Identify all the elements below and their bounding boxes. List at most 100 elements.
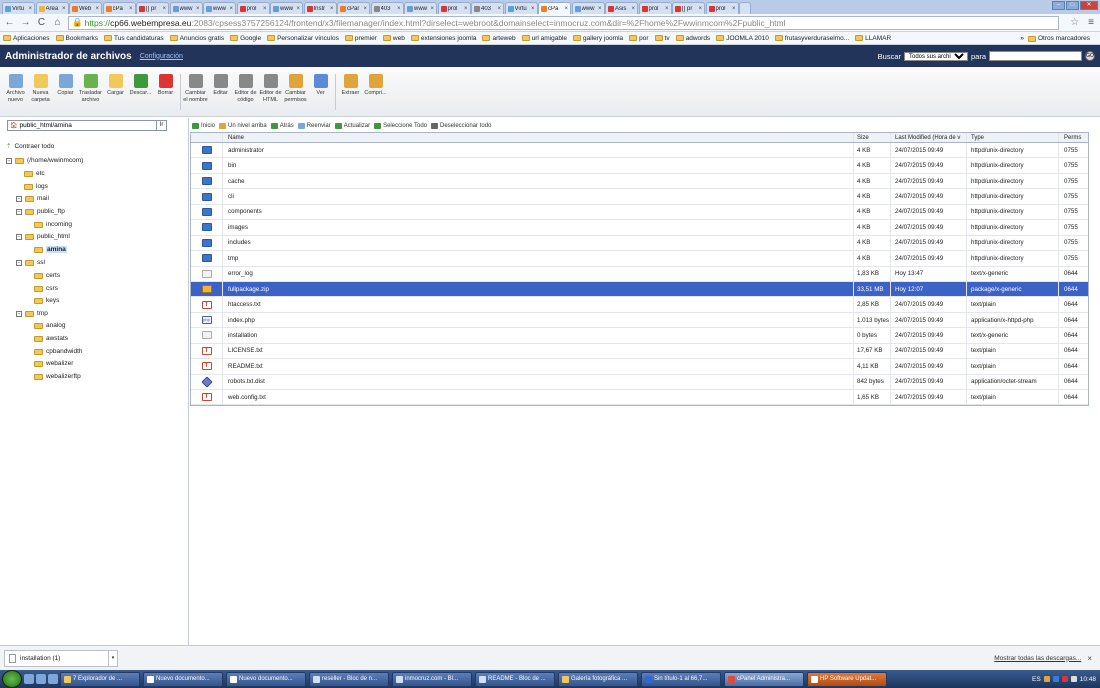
toolbar-button[interactable]: Editar [208, 74, 233, 97]
browser-tab[interactable]: www × [203, 2, 236, 14]
bookmark-item[interactable]: Anuncios gratis [169, 35, 224, 42]
tree-item[interactable]: analog [34, 322, 66, 329]
tab-close-icon[interactable]: × [631, 6, 635, 12]
taskbar-item[interactable]: Sin título-1 al 66,7... [641, 671, 721, 687]
toolbar-button[interactable]: Borrar [153, 74, 178, 97]
start-button[interactable] [2, 670, 22, 688]
tree-item[interactable]: − mail [16, 195, 49, 202]
tree-item[interactable]: logs [24, 183, 48, 190]
browser-tab[interactable]: Área × [35, 2, 69, 14]
table-row[interactable]: error_log 1,83 KB Hoy 13:47 text/x-generic 0… [191, 266, 1088, 282]
action-link[interactable]: Deseleccionar todo [431, 122, 491, 129]
settings-link[interactable]: Configuración [140, 53, 183, 60]
toolbar-button[interactable]: Editor de HTML [258, 74, 283, 103]
taskbar-item[interactable]: reseller - Bloc de n... [309, 671, 389, 687]
toolbar-button[interactable]: Cambiar el nombre [183, 74, 208, 103]
tab-close-icon[interactable]: × [62, 6, 66, 12]
browser-tab[interactable]: Instr × [303, 2, 337, 14]
col-name[interactable]: Name [223, 133, 854, 142]
minimize-button[interactable]: – [1052, 1, 1065, 10]
browser-tab[interactable]: prol × [437, 2, 471, 14]
tab-close-icon[interactable]: × [296, 6, 300, 12]
toolbar-button[interactable]: Cambiar permisos [283, 74, 308, 103]
bookmark-item[interactable]: Tus candidaturas [104, 35, 164, 42]
tree-item[interactable]: keys [34, 297, 59, 304]
new-tab-button[interactable] [739, 2, 751, 14]
browser-tab[interactable]: cPa × [538, 2, 571, 14]
table-row[interactable]: bin 4 KB 24/07/2015 09:49 httpd/unix-direct… [191, 158, 1088, 174]
bookmark-item[interactable]: Personalizar vínculos [267, 35, 339, 42]
taskbar-item[interactable]: 7 Explorador de ... [60, 671, 140, 687]
browser-tab[interactable]: www × [571, 2, 605, 14]
chevron-down-icon[interactable]: ▾ [108, 650, 117, 666]
tree-item[interactable]: − tmp [16, 310, 48, 317]
table-row[interactable]: T LICENSE.txt 17,67 KB 24/07/2015 09:49 text… [191, 343, 1088, 360]
bookmark-item[interactable]: arteweb [482, 35, 516, 42]
table-row[interactable]: T README.txt 4,11 KB 24/07/2015 09:49 text/p… [191, 359, 1088, 375]
browser-tab[interactable]: Asis × [605, 2, 638, 14]
toolbar-button[interactable]: Compri... [363, 74, 388, 97]
path-input[interactable] [19, 122, 156, 129]
action-link[interactable]: Un nivel arriba [219, 122, 267, 129]
taskbar-item[interactable]: HP Software Updat... [807, 671, 887, 687]
toolbar-button[interactable]: Archivo nuevo [3, 74, 28, 103]
table-row[interactable]: tmp 4 KB 24/07/2015 09:49 httpd/unix-direct… [191, 251, 1088, 267]
taskbar-item[interactable]: Galería fotográfica ... [558, 671, 638, 687]
table-row[interactable]: includes 4 KB 24/07/2015 09:49 httpd/unix-d… [191, 235, 1088, 252]
tab-close-icon[interactable]: × [162, 6, 166, 12]
tree-toggle-icon[interactable]: − [6, 157, 12, 164]
quicklaunch-icon[interactable] [36, 674, 46, 684]
table-row[interactable]: Tweb.config.txt 1,65 KB 24/07/2015 09:49 te… [191, 390, 1088, 406]
browser-tab[interactable]: www × [169, 2, 203, 14]
tree-item[interactable]: − public_ftp [16, 208, 65, 215]
bookmark-item[interactable]: gallery joomla [573, 35, 623, 42]
tree-toggle-icon[interactable]: − [16, 233, 22, 240]
col-perms[interactable]: Perms [1059, 133, 1088, 142]
volume-icon[interactable] [1070, 676, 1077, 682]
tab-close-icon[interactable]: × [263, 6, 267, 12]
tray-icon[interactable] [1052, 676, 1059, 682]
tree-item[interactable]: cpbandwidth [34, 348, 83, 355]
menu-icon[interactable]: ≡ [1088, 17, 1094, 28]
bookmark-item[interactable]: url amigable [521, 35, 567, 42]
table-row[interactable]: installation 0 bytes 24/07/2015 09:49 text/… [191, 328, 1088, 344]
browser-tab[interactable]: prol × [236, 2, 270, 14]
tree-item[interactable]: certs [34, 272, 60, 279]
col-size[interactable]: Size [854, 133, 891, 142]
bookmark-item[interactable]: extensiones joomla [410, 35, 476, 42]
bookmark-item[interactable]: LLAMAR [855, 35, 891, 42]
action-link[interactable]: Inicio [192, 122, 215, 129]
tab-close-icon[interactable]: × [28, 6, 32, 12]
search-go-button[interactable]: GO [1085, 51, 1095, 61]
tab-close-icon[interactable]: × [598, 6, 602, 12]
browser-tab[interactable]: www × [404, 2, 437, 14]
bookmark-item[interactable]: premier [344, 35, 377, 42]
tab-close-icon[interactable]: × [229, 6, 233, 12]
table-row[interactable]: robots.txt.dist 842 bytes 24/07/2015 09:49… [191, 374, 1088, 390]
tree-item[interactable]: webalizer [34, 360, 73, 367]
tree-item[interactable]: − (/home/wwinmcom) [6, 157, 83, 164]
address-bar[interactable]: 🔒 https:// cp66.webempresa.eu :2083/cpse… [68, 15, 1060, 30]
taskbar-item[interactable]: README - Bloc de ... [475, 671, 555, 687]
maximize-button[interactable]: □ [1066, 1, 1079, 10]
bookmarks-overflow-icon[interactable]: » [1020, 35, 1024, 42]
col-type[interactable]: Type [967, 133, 1059, 142]
collapse-all-link[interactable]: ⇡ Contraer todo [6, 142, 54, 151]
tree-item[interactable]: awstats [34, 335, 68, 342]
tree-toggle-icon[interactable]: − [16, 208, 22, 215]
other-bookmarks[interactable]: Otros marcadores [1027, 35, 1090, 42]
browser-tab[interactable]: cPar × [337, 2, 370, 14]
download-item[interactable]: installation (1) ▾ [4, 649, 118, 667]
tree-item[interactable]: incoming [34, 221, 72, 228]
tree-item[interactable]: amina [34, 246, 67, 253]
bookmark-item[interactable]: JOOMLA 2010 [716, 35, 769, 42]
col-modified[interactable]: Last Modified (Hora de v [891, 133, 967, 142]
tree-toggle-icon[interactable]: − [16, 310, 22, 317]
quicklaunch-icon[interactable] [48, 674, 58, 684]
tree-item[interactable]: − ssl [16, 259, 45, 266]
tree-toggle-icon[interactable]: − [16, 195, 22, 202]
toolbar-button[interactable]: Editor de código [233, 74, 258, 103]
tab-close-icon[interactable]: × [531, 6, 535, 12]
tab-close-icon[interactable]: × [196, 6, 200, 12]
bookmark-item[interactable]: web [382, 35, 405, 42]
